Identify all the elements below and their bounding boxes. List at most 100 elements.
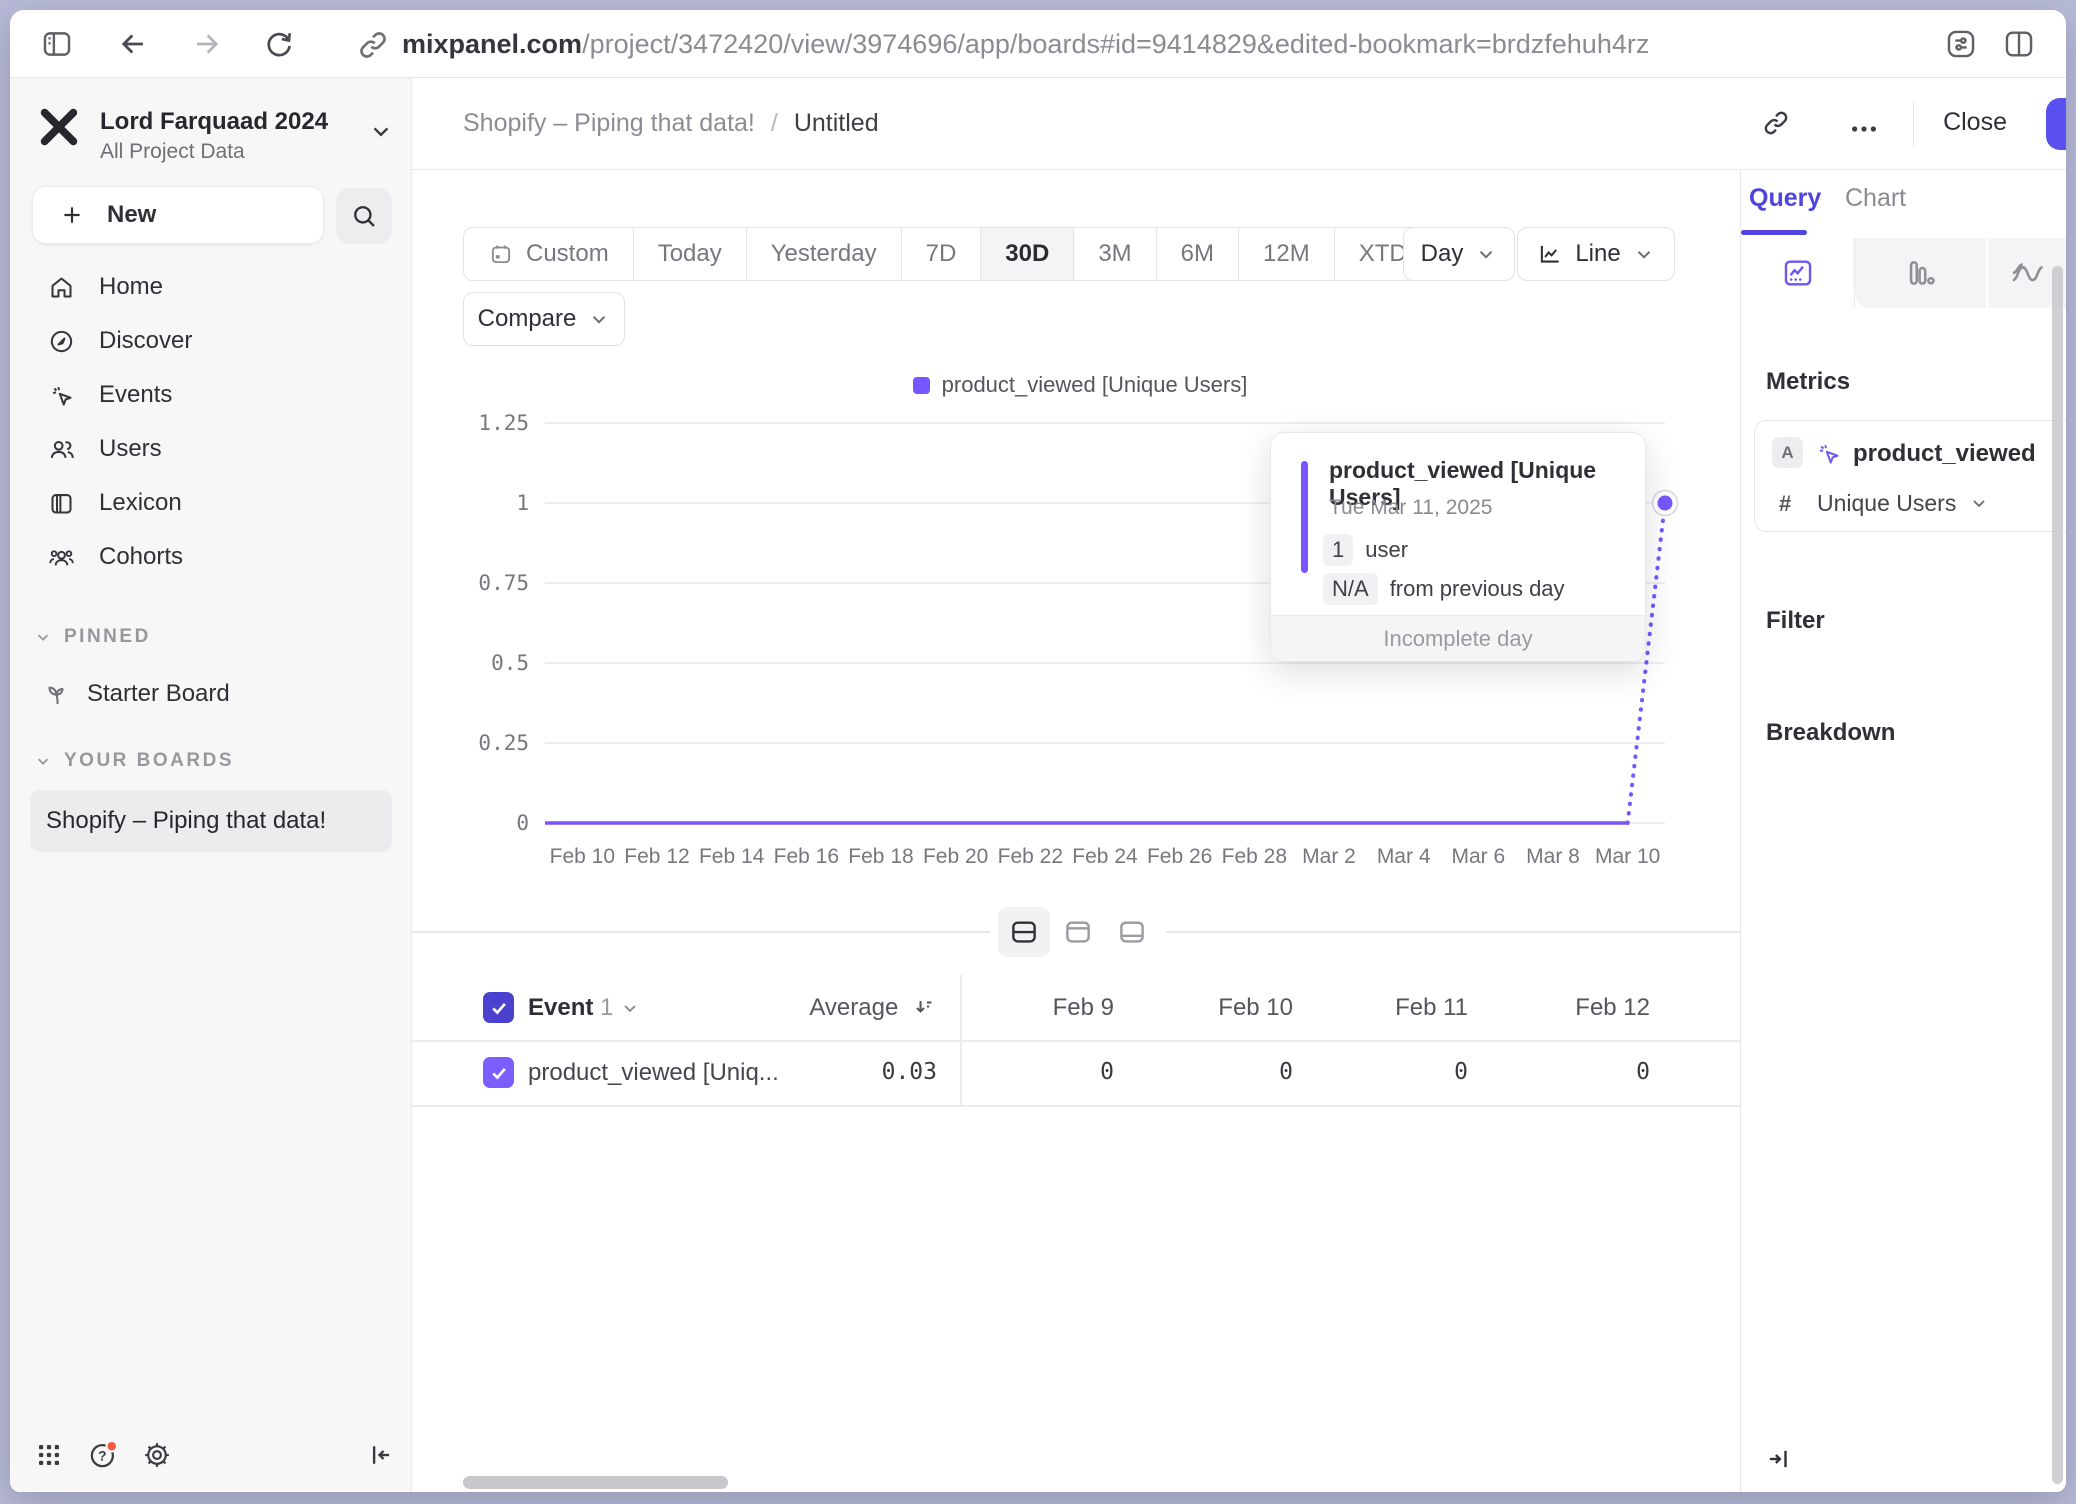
tooltip-value-unit: user <box>1365 537 1408 563</box>
sidebar-item-lexicon[interactable]: Lexicon <box>10 476 411 530</box>
collapse-sidebar-icon[interactable] <box>366 1440 396 1470</box>
table-header-average[interactable]: Average <box>809 994 935 1022</box>
copy-link-icon[interactable] <box>1761 108 1791 138</box>
layout-chart-only-toggle[interactable] <box>1052 907 1104 957</box>
new-button-label: New <box>107 201 156 229</box>
table-row-name[interactable]: product_viewed [Uniq... <box>528 1059 779 1087</box>
svg-text:Feb 14: Feb 14 <box>699 845 765 868</box>
chevron-down-icon <box>34 628 52 646</box>
chart-tooltip: product_viewed [Unique Users] Tue Mar 11… <box>1270 432 1646 662</box>
breadcrumb: Shopify – Piping that data!/Untitled <box>463 109 879 138</box>
table-row-divider <box>412 1105 1740 1107</box>
sidebar-item-cohorts[interactable]: Cohorts <box>10 530 411 584</box>
select-all-checkbox[interactable] <box>483 992 514 1023</box>
svg-text:Mar 4: Mar 4 <box>1377 845 1431 868</box>
insights-tab-selected[interactable] <box>1741 238 1855 308</box>
app-sidebar: Lord Farquaad 2024 All Project Data New … <box>10 78 412 1492</box>
header-divider <box>1913 101 1915 147</box>
close-button[interactable]: Close <box>1943 108 2007 137</box>
range-12m[interactable]: 12M <box>1238 228 1334 280</box>
funnels-tab[interactable] <box>1855 238 1988 308</box>
chart-type-dropdown[interactable]: Line <box>1517 227 1675 281</box>
home-icon <box>48 274 75 301</box>
range-30d-selected[interactable]: 30D <box>980 228 1073 280</box>
sidebar-item-label: Lexicon <box>99 489 182 517</box>
search-button[interactable] <box>336 188 392 244</box>
table-row-divider <box>412 1040 1740 1042</box>
gear-icon[interactable] <box>142 1440 172 1470</box>
sidebar-item-starter-board[interactable]: Starter Board <box>44 680 230 708</box>
layout-toggle-group <box>990 903 1166 961</box>
sidebar-item-discover[interactable]: Discover <box>10 314 411 368</box>
compare-button[interactable]: Compare <box>463 292 625 346</box>
table-cell-average: 0.03 <box>882 1059 937 1085</box>
table-header-feb9[interactable]: Feb 9 <box>1053 994 1114 1022</box>
metric-card[interactable]: A product_viewed # Unique Users <box>1754 420 2066 532</box>
pinned-section-header[interactable]: PINNED <box>34 626 151 648</box>
workspace-name[interactable]: Lord Farquaad 2024 <box>100 108 328 136</box>
forward-icon[interactable] <box>190 27 224 61</box>
tab-query[interactable]: Query <box>1749 184 1821 213</box>
breadcrumb-report[interactable]: Untitled <box>794 109 879 137</box>
svg-text:Mar 10: Mar 10 <box>1595 845 1660 868</box>
chevron-down-icon[interactable] <box>368 118 394 144</box>
layout-table-only-toggle[interactable] <box>1106 907 1158 957</box>
svg-text:Feb 10: Feb 10 <box>550 845 615 868</box>
granularity-dropdown[interactable]: Day <box>1403 227 1515 281</box>
table-header-feb10[interactable]: Feb 10 <box>1218 994 1293 1022</box>
save-button[interactable] <box>2046 98 2066 150</box>
table-cell-feb10: 0 <box>1279 1059 1293 1085</box>
date-range-selector: Custom Today Yesterday 7D 30D 3M 6M 12M … <box>463 227 1464 281</box>
range-yesterday[interactable]: Yesterday <box>746 228 901 280</box>
sidebar-item-users[interactable]: Users <box>10 422 411 476</box>
filter-section-header: Filter <box>1766 607 1825 635</box>
metric-event-name[interactable]: product_viewed <box>1853 440 2036 468</box>
address-bar[interactable]: mixpanel.com/project/3472420/view/397469… <box>402 29 1649 60</box>
collapse-panel-icon[interactable] <box>1763 1444 1793 1474</box>
sidebar-item-events[interactable]: Events <box>10 368 411 422</box>
range-3m[interactable]: 3M <box>1073 228 1155 280</box>
help-icon[interactable]: ? <box>88 1440 118 1470</box>
sidebar-item-label: Home <box>99 273 163 301</box>
back-icon[interactable] <box>116 27 150 61</box>
apps-grid-icon[interactable] <box>34 1440 64 1470</box>
layout-split-toggle[interactable] <box>998 907 1050 957</box>
chart-legend[interactable]: product_viewed [Unique Users] <box>455 372 1705 398</box>
breadcrumb-board[interactable]: Shopify – Piping that data! <box>463 109 755 137</box>
sidebar-item-home[interactable]: Home <box>10 260 411 314</box>
svg-text:0.75: 0.75 <box>478 571 529 595</box>
plus-icon <box>59 202 85 228</box>
your-boards-section-header[interactable]: YOUR BOARDS <box>34 750 234 772</box>
url-link-icon <box>356 28 390 62</box>
url-host: mixpanel.com <box>402 29 582 59</box>
tooltip-delta-row: N/A from previous day <box>1323 573 1565 605</box>
tab-chart[interactable]: Chart <box>1845 184 1906 213</box>
chevron-down-icon <box>1969 493 1989 513</box>
horizontal-scrollbar-thumb[interactable] <box>463 1476 728 1489</box>
vertical-scrollbar-thumb[interactable] <box>2052 266 2063 1484</box>
sidebar-item-shopify-board[interactable]: Shopify – Piping that data! <box>30 790 392 852</box>
legend-swatch <box>913 377 930 394</box>
chevron-down-icon <box>34 752 52 770</box>
range-6m[interactable]: 6M <box>1156 228 1238 280</box>
more-options-icon[interactable] <box>1849 114 1879 144</box>
page-settings-icon[interactable] <box>1944 27 1978 61</box>
browser-sidebar-toggle-icon[interactable] <box>40 27 74 61</box>
svg-text:1: 1 <box>516 491 529 515</box>
split-view-icon[interactable] <box>2002 27 2036 61</box>
report-header: Shopify – Piping that data!/Untitled Clo… <box>412 78 2066 170</box>
row-checkbox[interactable] <box>483 1057 514 1088</box>
range-7d[interactable]: 7D <box>901 228 981 280</box>
range-custom[interactable]: Custom <box>464 228 633 280</box>
svg-text:Feb 20: Feb 20 <box>923 845 988 868</box>
table-event-header[interactable]: Event 1 <box>528 994 640 1022</box>
svg-text:Mar 6: Mar 6 <box>1451 845 1505 868</box>
reload-icon[interactable] <box>262 27 296 61</box>
aggregation-dropdown[interactable]: Unique Users <box>1817 490 1956 517</box>
range-today[interactable]: Today <box>633 228 746 280</box>
svg-text:Feb 18: Feb 18 <box>848 845 913 868</box>
table-header-feb12[interactable]: Feb 12 <box>1575 994 1650 1022</box>
table-header-feb11[interactable]: Feb 11 <box>1395 994 1468 1022</box>
new-button[interactable]: New <box>32 186 324 244</box>
svg-text:Feb 26: Feb 26 <box>1147 845 1212 868</box>
